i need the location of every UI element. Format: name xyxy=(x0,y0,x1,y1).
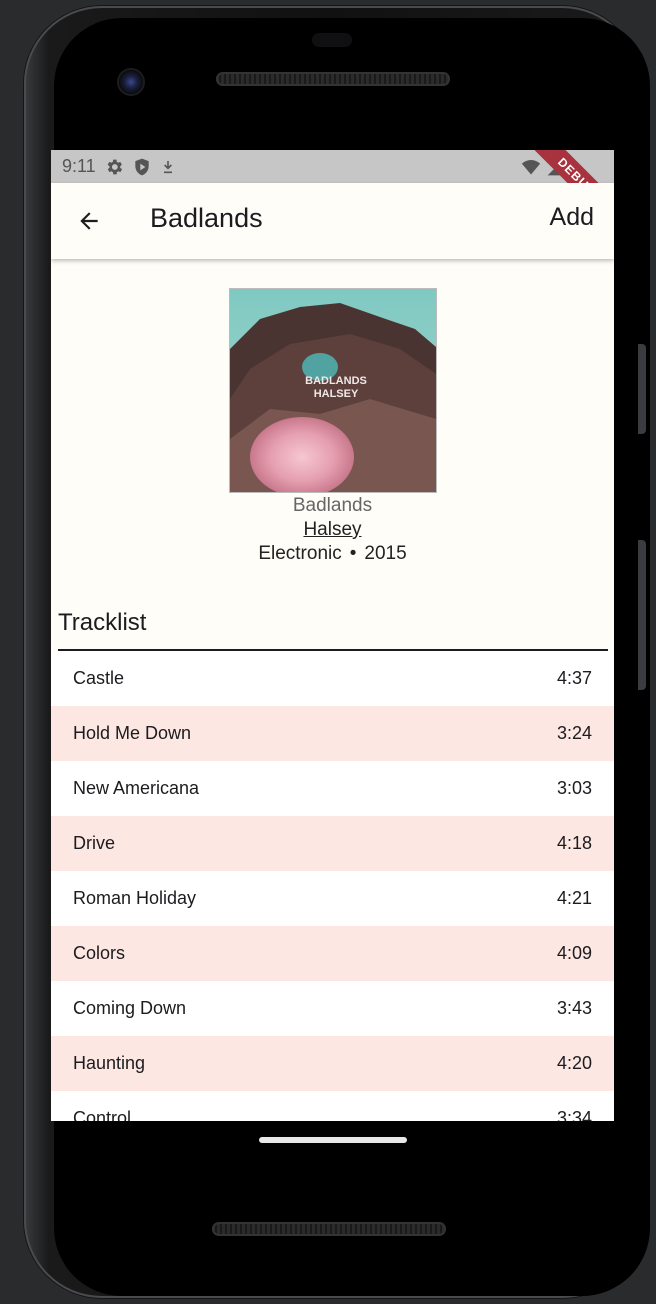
track-duration: 4:09 xyxy=(556,943,592,963)
arrow-back-icon xyxy=(80,212,98,230)
proximity-sensor xyxy=(312,33,352,47)
album-year: 2015 xyxy=(364,543,407,564)
track-row[interactable]: Drive 4:18 xyxy=(51,816,614,871)
tracklist: Castle 4:37 Hold Me Down 3:24 New Americ… xyxy=(51,651,614,1121)
app-screen: 9:11 DEBUG Badlands Add BADLANDS HALSEY … xyxy=(51,150,614,1121)
track-duration: 4:18 xyxy=(556,833,592,853)
front-camera xyxy=(119,70,143,94)
track-duration: 4:37 xyxy=(556,668,592,688)
bottom-speaker xyxy=(212,1222,446,1236)
track-row[interactable]: Coming Down 3:43 xyxy=(51,981,614,1036)
power-button xyxy=(638,540,646,690)
album-name: Badlands xyxy=(292,495,373,516)
track-name: Haunting xyxy=(73,1053,146,1073)
track-row[interactable]: Control 3:34 xyxy=(51,1091,614,1121)
earpiece-speaker xyxy=(216,72,450,86)
page-title: Badlands xyxy=(150,203,263,233)
track-row[interactable]: Colors 4:09 xyxy=(51,926,614,981)
status-bar: 9:11 xyxy=(51,150,614,183)
album-cover-image: BADLANDS HALSEY xyxy=(230,289,436,492)
track-name: Coming Down xyxy=(73,998,187,1018)
track-name: Castle xyxy=(73,668,125,688)
track-name: Roman Holiday xyxy=(73,888,197,908)
volume-button xyxy=(638,344,646,434)
track-row[interactable]: Hold Me Down 3:24 xyxy=(51,706,614,761)
track-row[interactable]: Castle 4:37 xyxy=(51,651,614,706)
track-duration: 4:20 xyxy=(556,1053,592,1073)
cover-title-text: BADLANDS xyxy=(305,375,367,387)
track-row[interactable]: New Americana 3:03 xyxy=(51,761,614,816)
track-duration: 3:34 xyxy=(556,1108,592,1121)
status-time: 9:11 xyxy=(62,156,96,176)
track-duration: 4:21 xyxy=(556,888,592,908)
track-duration: 3:43 xyxy=(556,998,592,1018)
artist-link[interactable]: Halsey xyxy=(51,519,614,541)
track-name: New Americana xyxy=(73,778,200,798)
track-name: Control xyxy=(73,1108,132,1121)
album-genre: Electronic xyxy=(258,543,342,564)
album-meta: Electronic • 2015 xyxy=(51,543,614,565)
download-icon xyxy=(160,158,176,176)
app-bar: Badlands Add xyxy=(51,183,614,259)
track-name: Colors xyxy=(73,943,126,963)
track-row[interactable]: Haunting 4:20 xyxy=(51,1036,614,1091)
back-button[interactable] xyxy=(73,205,105,237)
meta-separator: • xyxy=(349,543,357,564)
track-name: Drive xyxy=(73,833,116,853)
cover-artist-text: HALSEY xyxy=(314,388,359,400)
add-button[interactable]: Add xyxy=(550,203,594,232)
track-duration: 3:03 xyxy=(556,778,592,798)
tracklist-heading: Tracklist xyxy=(58,609,147,636)
track-row[interactable]: Roman Holiday 4:21 xyxy=(51,871,614,926)
shield-play-icon xyxy=(132,157,152,177)
settings-gear-icon xyxy=(104,157,124,177)
track-name: Hold Me Down xyxy=(73,723,192,743)
track-duration: 3:24 xyxy=(556,723,592,743)
wifi-icon xyxy=(520,157,542,177)
home-indicator[interactable] xyxy=(259,1137,407,1143)
